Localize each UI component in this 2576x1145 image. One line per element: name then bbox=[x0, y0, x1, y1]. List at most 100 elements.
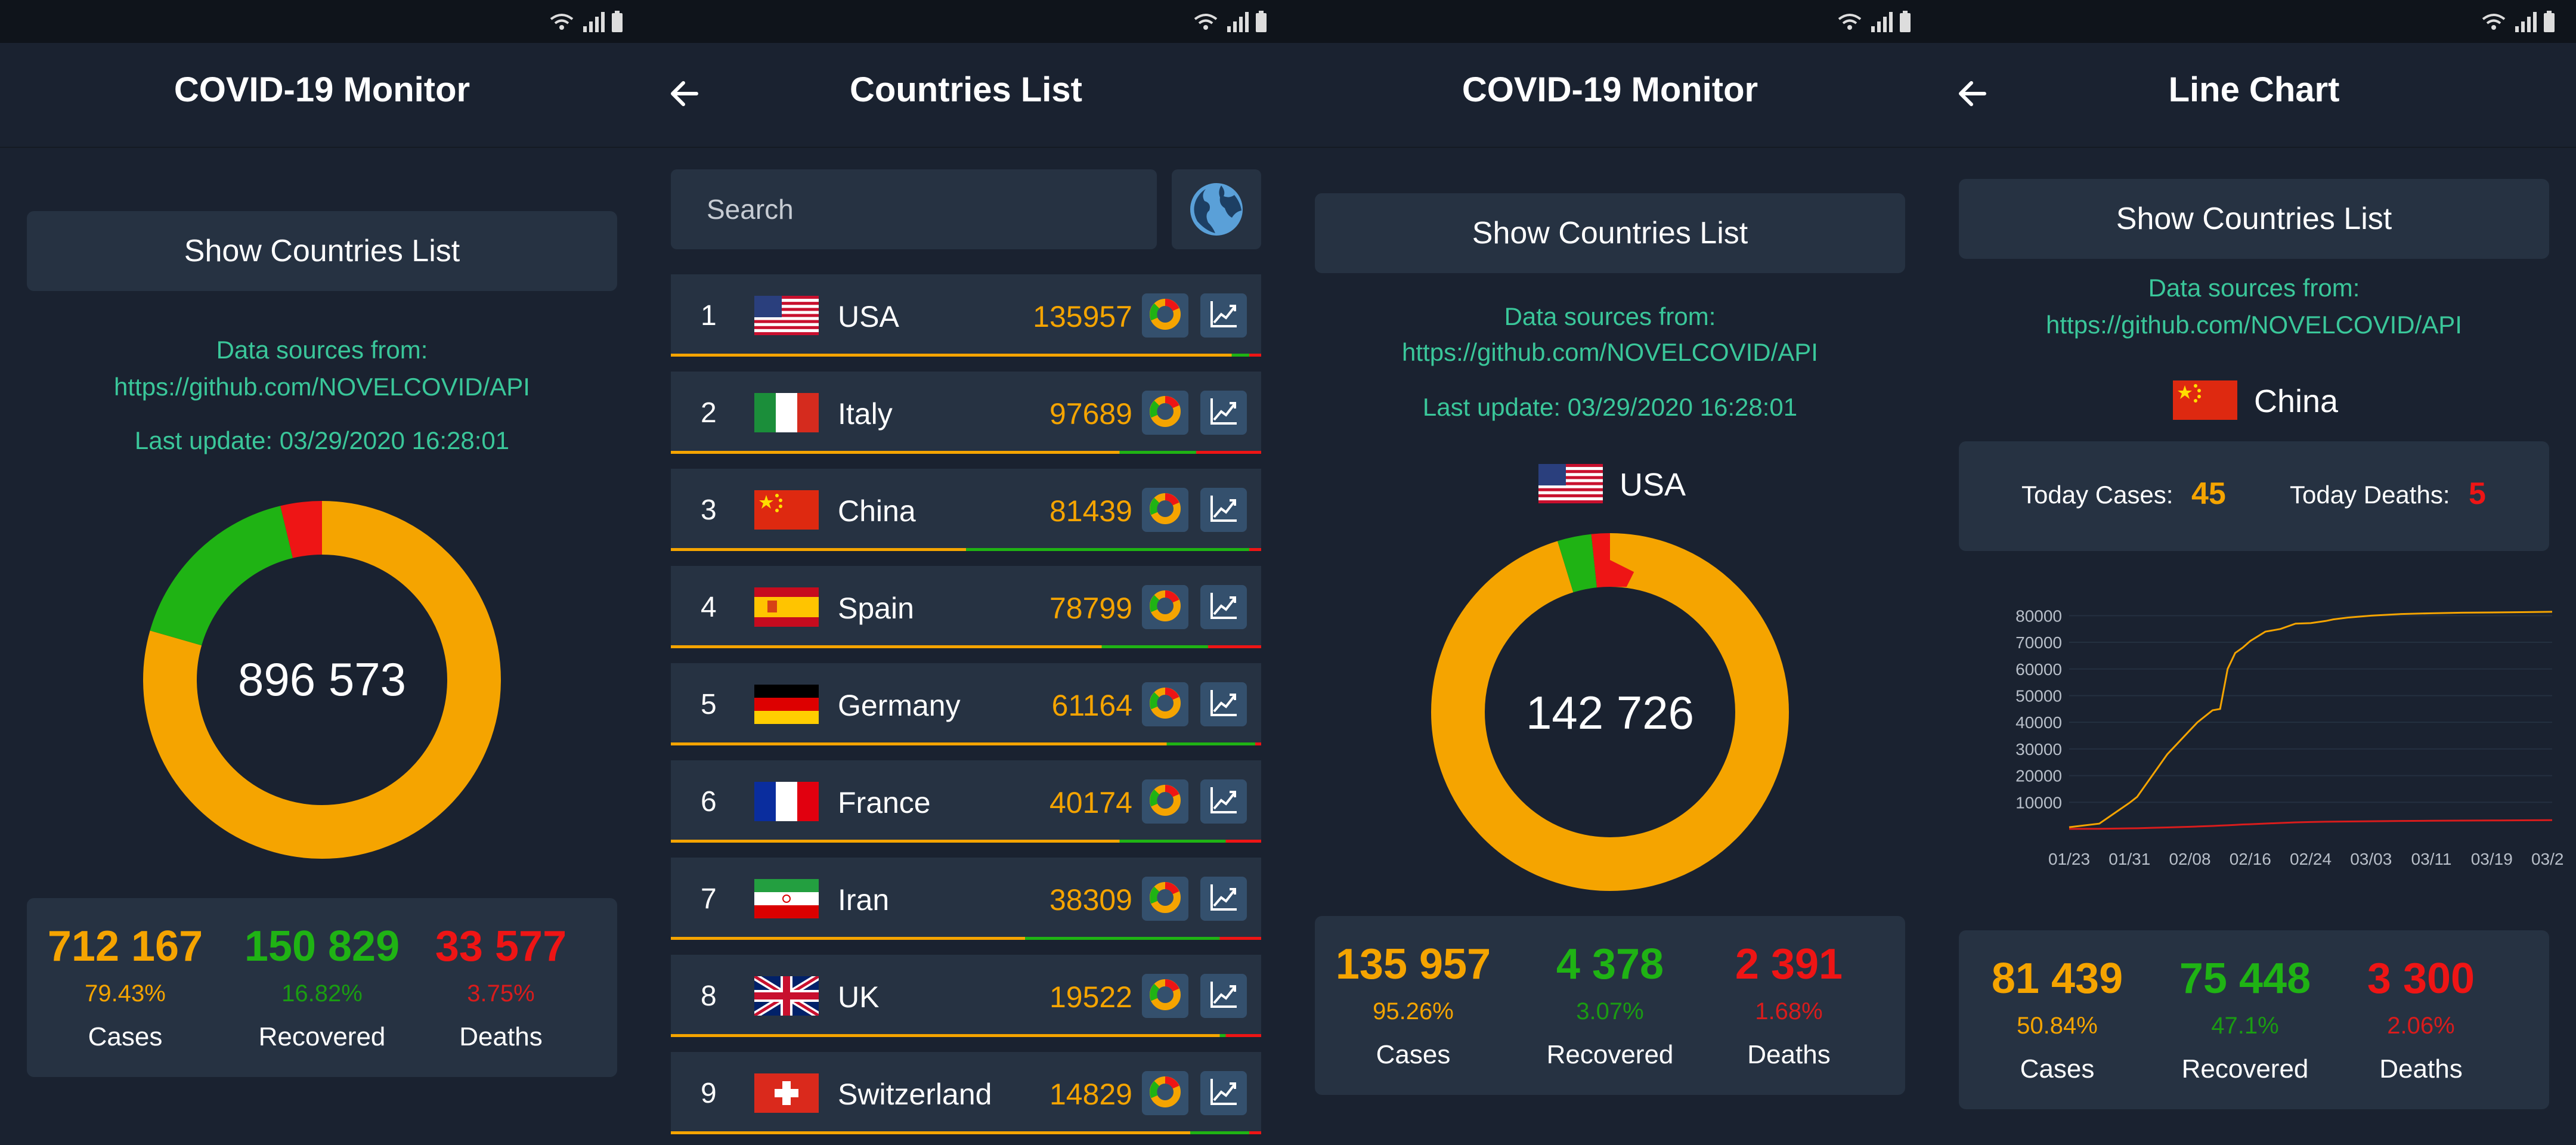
line-chart-button[interactable] bbox=[1200, 391, 1247, 435]
country-row-iran[interactable]: 7 Iran 38309 bbox=[671, 858, 1261, 940]
today-cases-value: 45 bbox=[2191, 476, 2226, 511]
source-link[interactable]: https://github.com/NOVELCOVID/API bbox=[1288, 334, 1932, 371]
y-tick-label: 50000 bbox=[2015, 686, 2062, 705]
show-countries-button[interactable]: Show Countries List bbox=[1959, 179, 2549, 259]
country-row-uk[interactable]: 8 UK 19522 bbox=[671, 955, 1261, 1037]
line-chart: 10000 20000 30000 40000 50000 60000 70000 80000… bbox=[2015, 606, 2564, 868]
country-row-usa[interactable]: 1 USA 135957 bbox=[671, 274, 1261, 357]
pie-chart-icon bbox=[1147, 685, 1183, 724]
line-chart-button[interactable] bbox=[1200, 585, 1247, 629]
today-deaths-label: Today Deaths: bbox=[2290, 481, 2450, 509]
country-header: USA bbox=[1288, 460, 1932, 508]
stat-label: Recovered bbox=[258, 1022, 386, 1051]
ratio-bar bbox=[671, 645, 1261, 648]
globe-button[interactable] bbox=[1172, 169, 1261, 249]
country-cases: 78799 bbox=[1049, 592, 1132, 625]
line-chart-icon bbox=[1206, 588, 1241, 627]
source-link[interactable]: https://github.com/NOVELCOVID/API bbox=[1932, 307, 2576, 344]
status-bar bbox=[1932, 0, 2576, 43]
pie-chart-button[interactable] bbox=[1142, 877, 1188, 921]
pie-chart-button[interactable] bbox=[1142, 585, 1188, 629]
status-bar bbox=[644, 0, 1288, 43]
country-name: Germany bbox=[838, 689, 961, 722]
show-countries-button[interactable]: Show Countries List bbox=[27, 211, 617, 291]
pie-chart-button[interactable] bbox=[1142, 488, 1188, 532]
stat-cases: 712 167 79.43% Cases bbox=[27, 898, 224, 1077]
pie-chart-button[interactable] bbox=[1142, 779, 1188, 824]
country-cases: 38309 bbox=[1049, 883, 1132, 917]
flag-china-icon bbox=[754, 490, 819, 530]
pie-chart-button[interactable] bbox=[1142, 974, 1188, 1018]
line-chart-icon bbox=[1206, 394, 1241, 432]
country-row-italy[interactable]: 2 Italy 97689 bbox=[671, 372, 1261, 454]
country-cases: 81439 bbox=[1049, 494, 1132, 528]
flag-germany-icon bbox=[754, 685, 819, 724]
pie-chart-button[interactable] bbox=[1142, 1071, 1188, 1115]
line-chart-button[interactable] bbox=[1200, 682, 1247, 726]
stat-label: Deaths bbox=[2379, 1054, 2463, 1084]
stats-panel: 712 167 79.43% Cases 150 829 16.82% Reco… bbox=[27, 898, 617, 1077]
donut-total: 142 726 bbox=[1526, 686, 1694, 739]
stat-label: Deaths bbox=[459, 1022, 543, 1051]
country-name: Switzerland bbox=[838, 1078, 992, 1111]
pie-chart-icon bbox=[1147, 782, 1183, 821]
line-chart-button[interactable] bbox=[1200, 974, 1247, 1018]
page-title: COVID-19 Monitor bbox=[1462, 70, 1758, 109]
flag-usa-icon bbox=[754, 296, 819, 335]
x-tick-label: 01/31 bbox=[2109, 850, 2150, 868]
page-title: Line Chart bbox=[2168, 70, 2340, 109]
pie-chart-button[interactable] bbox=[1142, 293, 1188, 338]
flag-france-icon bbox=[754, 782, 819, 821]
ratio-bar bbox=[671, 1131, 1261, 1134]
pie-chart-button[interactable] bbox=[1142, 391, 1188, 435]
last-update: Last update: 03/29/2020 16:28:01 bbox=[1422, 393, 1798, 421]
today-deaths-value: 5 bbox=[2469, 476, 2486, 511]
stat-percent: 50.84% bbox=[2017, 1013, 2098, 1039]
line-chart-button[interactable] bbox=[1200, 877, 1247, 921]
today-cases-label: Today Cases: bbox=[2021, 481, 2174, 509]
country-rank: 1 bbox=[701, 300, 717, 332]
line-chart-button[interactable] bbox=[1200, 1071, 1247, 1115]
country-row-spain[interactable]: 4 Spain 78799 bbox=[671, 566, 1261, 648]
stat-value: 4 378 bbox=[1556, 940, 1664, 988]
screen-country-detail: COVID-19 Monitor Show Countries List Dat… bbox=[1288, 0, 1932, 1145]
ratio-bar bbox=[671, 840, 1261, 843]
stat-deaths: 33 577 3.75% Deaths bbox=[402, 898, 599, 1077]
stat-value: 150 829 bbox=[244, 923, 400, 970]
y-tick-label: 30000 bbox=[2015, 740, 2062, 759]
y-tick-label: 80000 bbox=[2015, 606, 2062, 625]
x-tick-label: 01/23 bbox=[2048, 850, 2090, 868]
screen-line-chart: Line Chart Show Countries List Data sour… bbox=[1932, 0, 2576, 1145]
flag-spain-icon bbox=[754, 587, 819, 627]
stat-percent: 3.07% bbox=[1576, 998, 1644, 1025]
stat-value: 712 167 bbox=[47, 923, 203, 970]
country-name: China bbox=[838, 494, 916, 528]
country-header: China bbox=[1932, 377, 2576, 425]
show-countries-button[interactable]: Show Countries List bbox=[1315, 193, 1905, 273]
x-tick-label: 03/03 bbox=[2350, 850, 2392, 868]
stat-deaths: 3 300 2.06% Deaths bbox=[2323, 930, 2519, 1109]
country-name: USA bbox=[838, 300, 899, 333]
stat-recovered: 75 448 47.1% Recovered bbox=[2147, 930, 2343, 1109]
status-icons bbox=[1194, 11, 1267, 32]
source-link[interactable]: https://github.com/NOVELCOVID/API bbox=[0, 369, 644, 406]
country-name: UK bbox=[838, 980, 880, 1014]
pie-chart-button[interactable] bbox=[1142, 682, 1188, 726]
pie-chart-icon bbox=[1147, 491, 1183, 530]
stat-percent: 2.06% bbox=[2387, 1013, 2455, 1039]
ratio-bar bbox=[671, 937, 1261, 940]
country-row-switzerland[interactable]: 9 Switzerland 14829 bbox=[671, 1052, 1261, 1134]
stat-label: Cases bbox=[88, 1022, 163, 1051]
country-name: China bbox=[2254, 383, 2339, 419]
line-chart-button[interactable] bbox=[1200, 293, 1247, 338]
country-row-china[interactable]: 3 China 81439 bbox=[671, 469, 1261, 551]
country-cases: 19522 bbox=[1049, 980, 1132, 1014]
line-chart-button[interactable] bbox=[1200, 488, 1247, 532]
search-input[interactable] bbox=[671, 169, 1157, 249]
stat-value: 3 300 bbox=[2367, 955, 2475, 1002]
stat-value: 75 448 bbox=[2179, 955, 2311, 1002]
flag-switzerland-icon bbox=[754, 1073, 819, 1113]
country-row-france[interactable]: 6 France 40174 bbox=[671, 760, 1261, 843]
country-row-germany[interactable]: 5 Germany 61164 bbox=[671, 663, 1261, 745]
line-chart-button[interactable] bbox=[1200, 779, 1247, 824]
